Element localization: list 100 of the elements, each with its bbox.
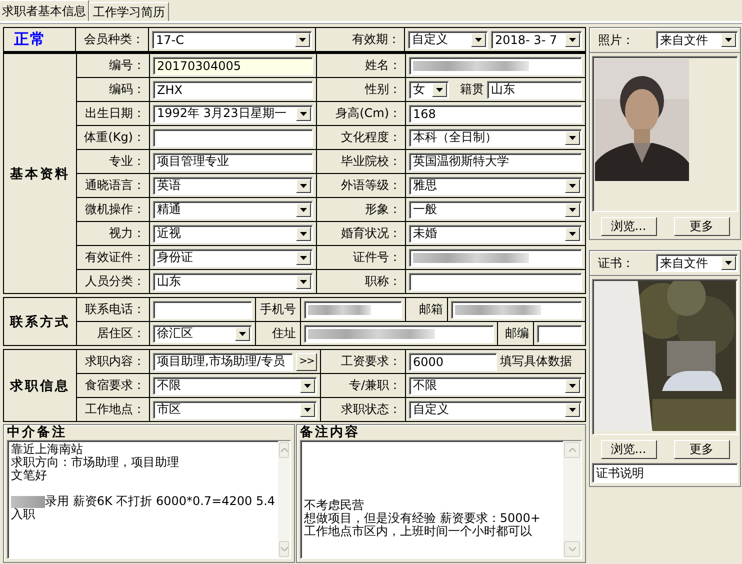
section-title: 求职信息 (4, 350, 77, 421)
dropdown[interactable]: 不限 (409, 376, 582, 394)
field-label: 姓名： (365, 57, 401, 74)
dropdown[interactable]: 来自文件 (656, 254, 738, 272)
note-line: 不考虑民营 (304, 499, 364, 512)
note-line: 录用 薪资6K 不打折 6000*0.7=4200 5.4 (45, 495, 276, 508)
certificate-button[interactable]: 浏览... (600, 440, 656, 459)
text-field[interactable] (409, 248, 582, 266)
text-field[interactable] (153, 128, 313, 146)
caret-icon (436, 88, 443, 92)
caret-icon (300, 256, 307, 260)
field-label: 婚育状况： (341, 225, 401, 242)
field-label: 编号： (109, 57, 145, 74)
dropdown[interactable]: 一般 (409, 200, 582, 218)
caret-icon (568, 448, 576, 452)
dropdown[interactable]: 山东 (153, 272, 313, 290)
caret-icon (725, 261, 732, 265)
section-title: 基本资料 (4, 54, 77, 293)
field-label: 求职内容： (85, 353, 145, 370)
text-field[interactable] (304, 300, 402, 318)
note-line: 靠近上海南站 (11, 443, 83, 456)
caret-icon (300, 232, 307, 236)
field-label: 食宿要求： (85, 377, 145, 394)
dropdown[interactable]: 来自文件 (656, 31, 738, 49)
caret-icon (304, 408, 311, 412)
note-line: 文笔好 (11, 469, 47, 482)
group-title: 备注内容 (300, 425, 360, 440)
field-label: 工资要求： (341, 353, 401, 370)
field-label: 有效期： (352, 31, 400, 48)
caret-icon (304, 384, 311, 388)
dropdown[interactable]: 本科（全日制） (409, 128, 582, 146)
caret-icon (299, 38, 306, 42)
text-field[interactable]: 6000 (409, 352, 497, 370)
field-label: 工作地点： (85, 401, 145, 418)
text-field[interactable]: 项目管理专业 (153, 152, 313, 170)
field-label: 专业： (109, 153, 145, 170)
field-label: 证书： (598, 254, 634, 272)
dropdown[interactable]: 雅思 (409, 176, 582, 194)
photo-button[interactable]: 浏览... (600, 217, 656, 236)
dropdown[interactable]: 精通 (153, 200, 313, 218)
caret-icon (569, 408, 576, 412)
dropdown[interactable]: 近视 (153, 224, 313, 242)
caret-icon (280, 547, 288, 551)
date-picker[interactable]: 2018- 3- 7 (491, 30, 582, 48)
caret-icon (568, 547, 576, 551)
caret-icon (239, 332, 246, 336)
field-label: 联系电话： (85, 301, 145, 318)
caret-icon (569, 38, 576, 42)
dropdown[interactable]: 17-C (152, 30, 312, 48)
field-label: 编码： (109, 81, 145, 98)
caret-icon (725, 38, 732, 42)
field-label: 邮箱 (419, 301, 443, 318)
text-field[interactable]: 山东 (487, 80, 582, 98)
dropdown[interactable]: 身份证 (153, 248, 313, 266)
dropdown[interactable]: 市区 (153, 400, 317, 418)
certificate-button[interactable]: 更多 (674, 440, 730, 459)
text-field[interactable] (409, 272, 582, 290)
field-label: 求职状态： (341, 401, 401, 418)
more-button[interactable]: >> (296, 352, 317, 370)
field-label: 外语等级： (341, 177, 401, 194)
field-label: 出生日期： (85, 105, 145, 122)
text-field[interactable] (153, 300, 252, 318)
text-field[interactable]: 168 (409, 104, 582, 122)
text-field[interactable]: 英国温彻斯特大学 (409, 152, 582, 170)
text-field[interactable]: ZHX (153, 80, 313, 98)
status-text: 正常 (4, 28, 76, 51)
field-label: 文化程度： (341, 129, 401, 146)
text-field[interactable] (304, 324, 494, 342)
caret-icon (569, 136, 576, 140)
text-field[interactable]: 证书说明 (592, 463, 738, 483)
field-label: 专/兼职： (348, 377, 401, 394)
photo-button[interactable]: 更多 (674, 217, 730, 236)
dropdown[interactable]: 英语 (153, 176, 313, 194)
text-field[interactable] (409, 56, 582, 74)
dropdown[interactable]: 女 (409, 80, 449, 98)
dropdown[interactable]: 自定义 (408, 30, 488, 48)
dropdown[interactable]: 1992年 3月23日星期一 (153, 104, 313, 122)
caret-icon (475, 38, 482, 42)
note-line: 工作地点市区内，上班时间一个小时都可以 (304, 525, 532, 538)
group-title: 中介备注 (7, 425, 67, 440)
dropdown[interactable]: 徐汇区 (153, 324, 252, 342)
text-field[interactable]: 20170304005 (153, 56, 313, 74)
section-title: 联系方式 (4, 298, 77, 345)
blurred-text (308, 304, 371, 314)
field-label: 通晓语言： (85, 177, 145, 194)
field-label: 证件号： (353, 249, 401, 266)
tab[interactable]: 工作学习简历 (89, 2, 169, 21)
dropdown[interactable]: 不限 (153, 376, 317, 394)
field-label: 身高(Cm)： (336, 105, 401, 122)
tab[interactable]: 求职者基本信息 (0, 0, 89, 21)
dropdown[interactable]: 自定义 (409, 400, 582, 418)
field-label: 形象： (365, 201, 401, 218)
text-field[interactable] (537, 324, 582, 342)
caret-icon (569, 184, 576, 188)
dropdown[interactable]: 未婚 (409, 224, 582, 242)
text-field[interactable] (451, 300, 582, 318)
caret-icon (569, 384, 576, 388)
field-label: 籍贯 (460, 81, 484, 98)
field-label: 手机号 (260, 301, 296, 318)
text-field[interactable]: 项目助理,市场助理/专员 (153, 352, 293, 370)
